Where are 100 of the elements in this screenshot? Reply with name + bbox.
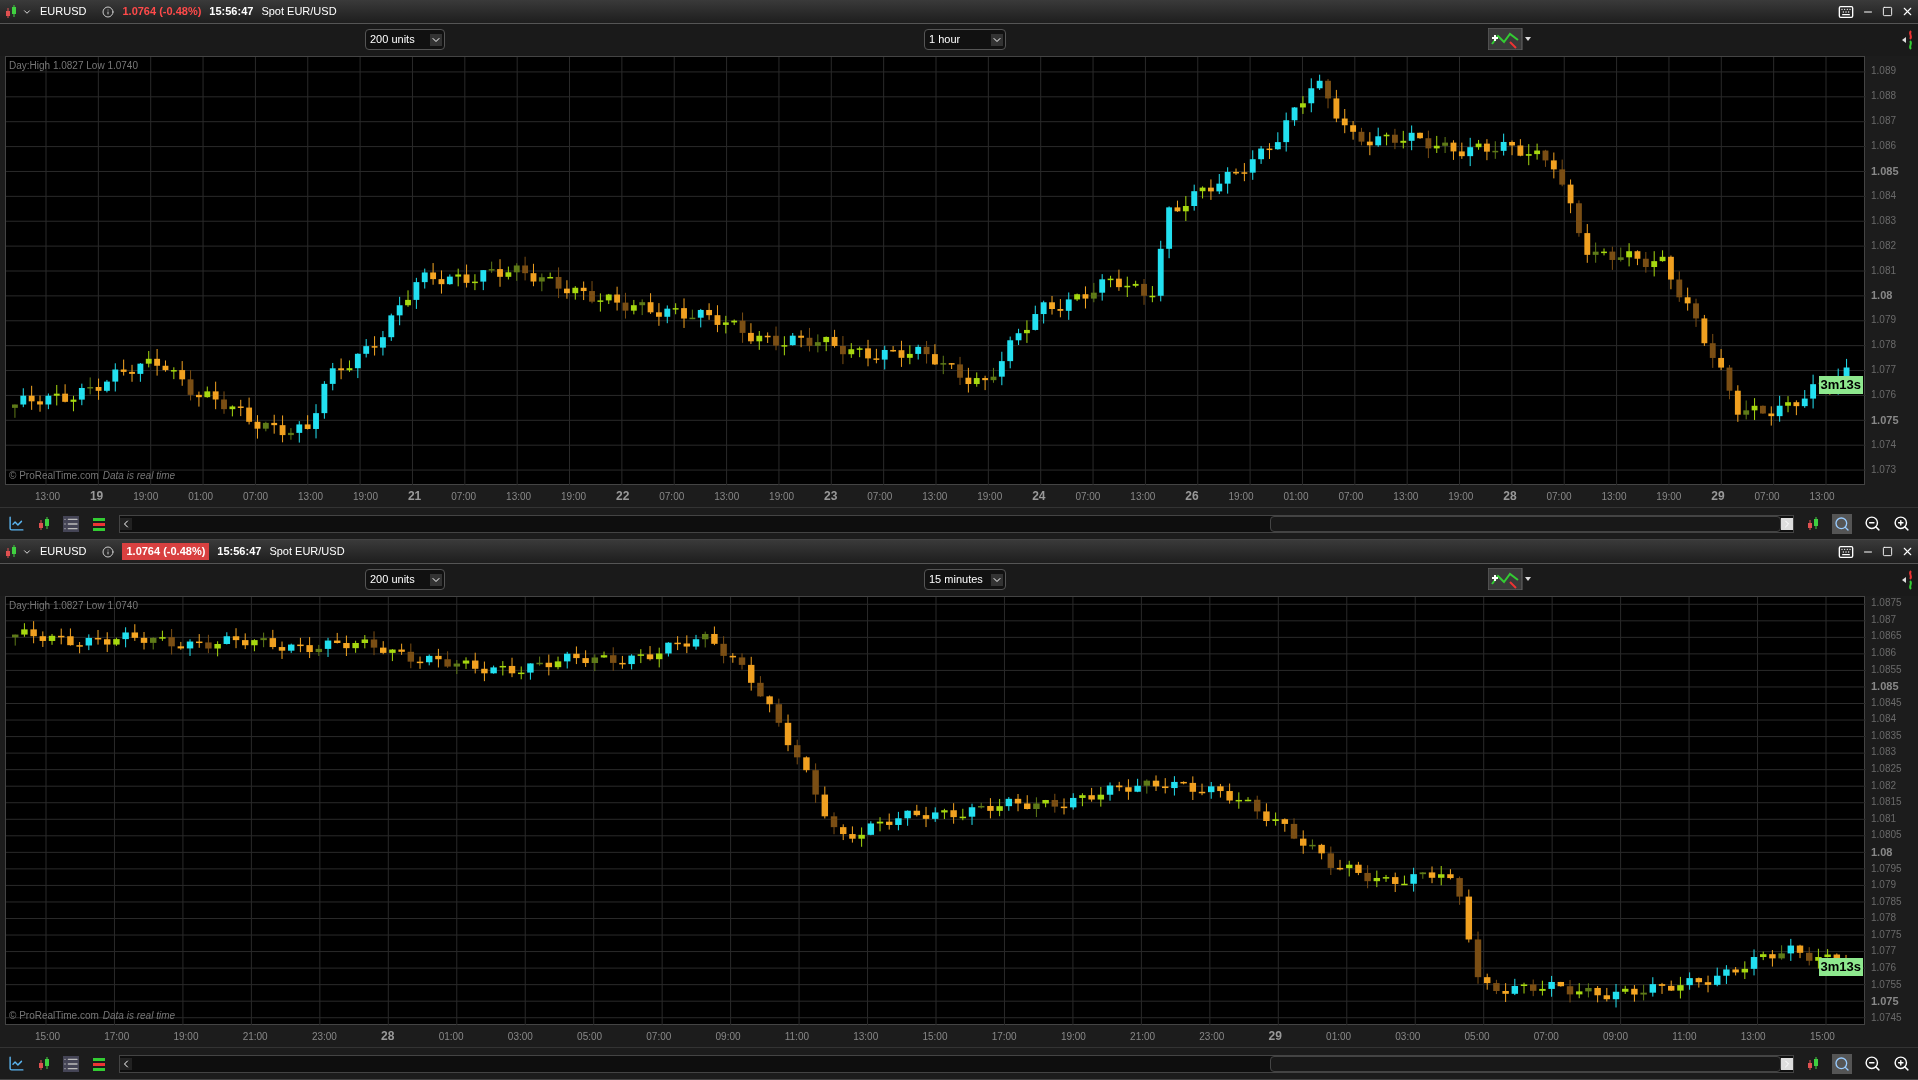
zoom-in-icon[interactable] [1893,1055,1910,1072]
time-tick: 07:00 [1075,489,1101,504]
scroll-bar[interactable] [119,1054,1794,1073]
time-tick: 19:00 [173,1029,199,1044]
zoom-out-icon[interactable] [1864,1055,1881,1072]
candlestick-icon[interactable] [4,4,18,19]
time-tick: 07:00 [646,1029,672,1044]
price-tick: 1.082 [1871,780,1897,791]
symbol-label[interactable]: EURUSD [40,3,87,20]
price-tick: 1.0815 [1871,797,1902,808]
time-tick: 05:00 [577,1029,603,1044]
price-tick: 1.076 [1871,962,1897,973]
price-tick: 1.083 [1871,215,1897,226]
timeframe-dropdown[interactable]: 15 minutes [924,569,1006,590]
time-tick: 09:00 [1602,1029,1628,1044]
price-tick: 1.08 [1871,846,1893,858]
price-tick: 1.083 [1871,747,1897,758]
scroll-bar[interactable] [119,514,1794,533]
price-tick: 1.086 [1871,648,1897,658]
time-tick: 09:00 [715,1029,741,1044]
timeframe-dropdown[interactable]: 1 hour [924,29,1006,50]
candlestick-icon[interactable] [37,1056,51,1071]
price-tick: 1.073 [1871,465,1897,476]
time-tick: 19:00 [1656,489,1682,504]
price-tick: 1.087 [1871,614,1897,625]
instrument-label: Spot EUR/USD [261,4,337,20]
zoom-in-icon[interactable] [1893,515,1910,532]
close-icon[interactable] [1901,5,1914,18]
candlestick-icon[interactable] [37,516,51,531]
price-tick: 1.081 [1871,813,1897,824]
price-tick: 1.084 [1871,714,1897,725]
keyboard-icon[interactable] [1838,543,1854,560]
time-tick: 23 [824,488,838,505]
zoom-out-icon[interactable] [1864,515,1881,532]
time-tick: 07:00 [1754,489,1780,504]
units-dropdown[interactable]: 200 units [365,29,445,50]
scroll-thumb[interactable] [1269,515,1781,532]
zoom-fit-icon[interactable] [1832,1053,1852,1074]
maximize-icon[interactable] [1882,6,1893,17]
time-tick: 19 [89,488,104,505]
price-tick: 1.081 [1871,265,1897,276]
scroll-right-icon[interactable] [1781,517,1793,530]
time-tick: 13:00 [1601,489,1627,504]
price-tick: 1.077 [1871,946,1897,957]
countdown-badge: 3m13s [1818,958,1863,977]
close-icon[interactable] [1901,545,1914,558]
candlestick-icon[interactable] [4,544,18,559]
zoom-fit-icon[interactable] [1832,513,1852,534]
price-tick: 1.0805 [1871,830,1902,841]
time-tick: 26 [1185,488,1199,505]
price-change: 1.0764 (-0.48%) [122,4,202,20]
time-tick: 17:00 [104,1029,130,1044]
time-tick: 13:00 [35,489,61,504]
info-icon[interactable] [102,5,115,18]
columns-icon[interactable] [91,1055,107,1072]
copyright-label: © ProRealTime.com [9,469,99,483]
price-tick: 1.085 [1871,165,1899,177]
indicator-icon[interactable] [1488,28,1534,50]
info-icon[interactable] [102,545,115,558]
time-tick: 19:00 [561,489,587,504]
price-tick: 1.074 [1871,440,1897,451]
data-note: Data is real time [102,1009,176,1023]
candlestick-icon[interactable] [1806,516,1820,531]
columns-icon[interactable] [91,515,107,532]
price-tick: 1.088 [1871,90,1897,101]
scroll-left-icon[interactable] [120,1057,132,1070]
price-tick: 1.085 [1871,680,1899,692]
price-tick: 1.0875 [1871,598,1902,609]
time-tick: 13:00 [1393,489,1419,504]
time-tick: 11:00 [1672,1029,1697,1044]
keyboard-icon[interactable] [1838,3,1854,20]
time-tick: 13:00 [1740,1029,1766,1044]
indicator-icon[interactable] [1488,568,1534,590]
price-tick: 1.0825 [1871,764,1902,775]
scroll-left-icon[interactable] [120,517,132,530]
time-tick: 07:00 [659,489,685,504]
time-tick: 11:00 [784,1029,810,1044]
price-tick: 1.0855 [1871,664,1902,675]
scroll-right-icon[interactable] [1781,1057,1793,1070]
time-tick: 13:00 [1809,489,1835,504]
time-tick: 28 [381,1028,395,1045]
price-tick: 1.0755 [1871,979,1902,990]
price-tick: 1.082 [1871,240,1897,251]
symbol-label[interactable]: EURUSD [40,543,87,560]
candlestick-icon[interactable] [1806,1056,1820,1071]
chart-settings-icon[interactable] [8,1055,25,1072]
instrument-label: Spot EUR/USD [269,544,345,560]
price-tick: 1.078 [1871,913,1897,924]
price-tick: 1.075 [1871,414,1899,426]
time-tick: 19:00 [1060,1029,1086,1044]
list-icon[interactable] [63,515,79,532]
price-tick: 1.076 [1871,390,1897,401]
time-tick: 22 [615,488,630,505]
time-tick: 13:00 [714,489,740,504]
scroll-thumb[interactable] [1269,1055,1781,1072]
chart-settings-icon[interactable] [8,515,25,532]
maximize-icon[interactable] [1882,546,1893,557]
units-dropdown[interactable]: 200 units [365,569,445,590]
time-label: 15:56:47 [209,4,254,20]
list-icon[interactable] [63,1055,79,1072]
